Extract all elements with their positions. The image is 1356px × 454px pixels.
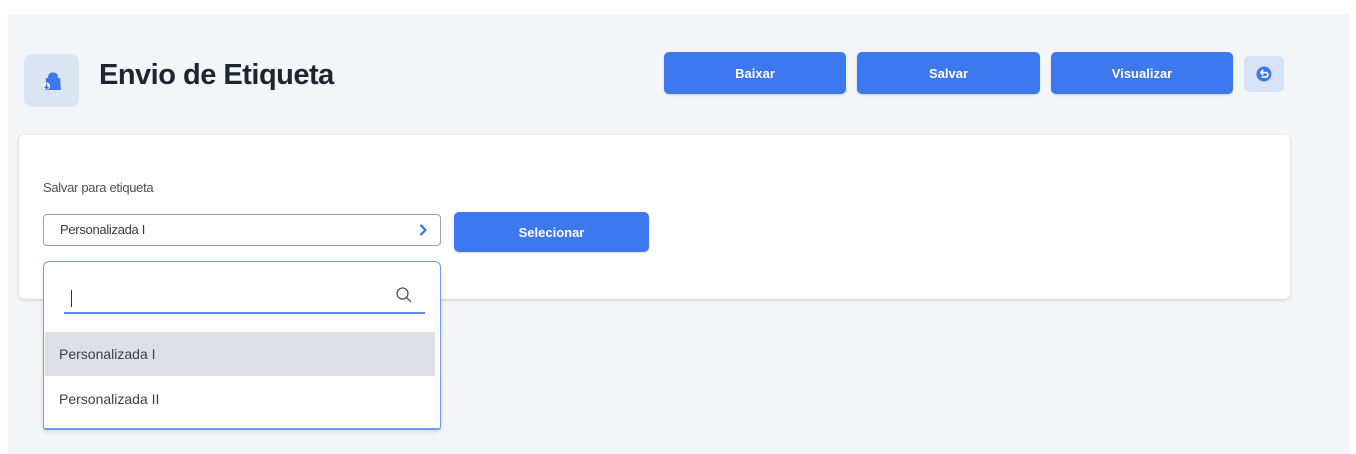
text-cursor [71,290,72,307]
dropdown-search-input[interactable] [64,276,425,314]
dropdown-menu: Personalizada I Personalizada II [43,261,441,430]
undo-icon [1256,66,1272,82]
undo-button[interactable] [1244,56,1284,92]
page-title: Envio de Etiqueta [99,59,334,91]
search-icon[interactable] [395,286,413,304]
bag-icon [24,54,79,107]
chevron-right-icon [419,224,427,236]
download-button[interactable]: Baixar [664,52,846,94]
dropdown-option[interactable]: Personalizada II [45,377,435,421]
preview-button[interactable]: Visualizar [1051,52,1233,94]
field-label: Salvar para etiqueta [43,180,154,195]
dropdown-option[interactable]: Personalizada I [45,332,435,376]
select-value: Personalizada I [60,222,146,237]
save-button[interactable]: Salvar [857,52,1040,94]
label-select[interactable]: Personalizada I [43,214,441,246]
select-button[interactable]: Selecionar [454,212,649,252]
